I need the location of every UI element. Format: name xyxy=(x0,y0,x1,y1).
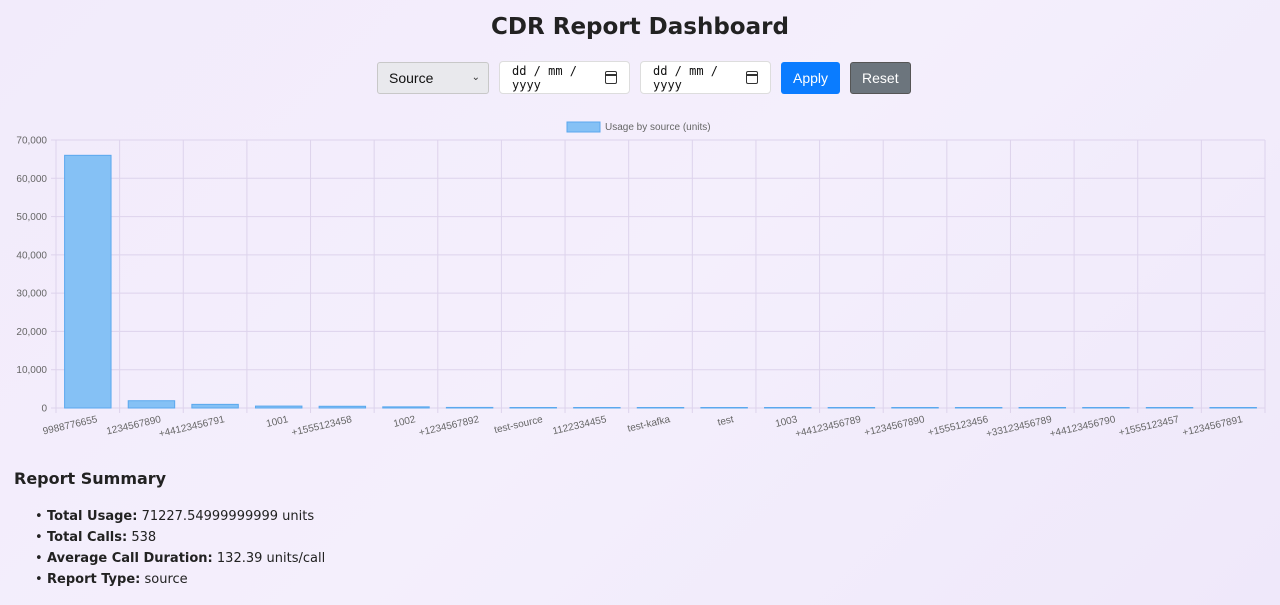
x-tick-label: +44123456790 xyxy=(1049,414,1117,440)
bar xyxy=(64,154,112,409)
bar xyxy=(127,400,176,409)
bar xyxy=(1018,407,1067,409)
x-tick-label: 1001 xyxy=(265,414,290,430)
bar xyxy=(382,406,430,409)
usage-bar-chart: Usage by source (units) 0 10,000 20,000 30,0… xyxy=(16,121,1266,440)
bar xyxy=(636,407,685,409)
legend-swatch xyxy=(566,121,601,133)
y-tick-label: 70,000 xyxy=(16,136,47,147)
x-tick-label: test-kafka xyxy=(626,414,671,435)
bar xyxy=(1082,407,1130,409)
x-tick-label: +33123456789 xyxy=(985,414,1053,440)
filter-controls: Source ⌄ dd / mm / yyyy dd / mm / yyyy A… xyxy=(377,61,911,94)
x-tick-label: +1555123457 xyxy=(1118,414,1181,439)
y-tick-label: 10,000 xyxy=(16,365,47,376)
calendar-icon[interactable] xyxy=(745,71,758,84)
x-tick-label: test-source xyxy=(493,414,544,436)
x-tick-label: 9988776655 xyxy=(42,414,99,437)
bar xyxy=(191,403,239,409)
reset-button[interactable]: Reset xyxy=(850,61,911,94)
bar xyxy=(764,407,812,409)
end-date-input[interactable]: dd / mm / yyyy xyxy=(640,61,771,94)
y-tick-label: 50,000 xyxy=(16,212,47,223)
report-type-select[interactable]: Source ⌄ xyxy=(377,61,489,94)
bar xyxy=(827,407,876,409)
x-tick-label: +1234567892 xyxy=(418,414,481,439)
x-tick-label: 1122334455 xyxy=(552,414,608,437)
apply-button[interactable]: Apply xyxy=(781,61,841,94)
x-tick-label: 1003 xyxy=(774,414,799,430)
legend-label: Usage by source (units) xyxy=(605,122,711,133)
summary-total-calls: Total Calls: 538 xyxy=(35,529,325,550)
bar xyxy=(891,407,939,409)
bar xyxy=(1209,407,1257,409)
chevron-down-icon: ⌄ xyxy=(471,72,480,83)
bar xyxy=(700,407,748,409)
x-tick-label: 1002 xyxy=(392,414,417,430)
start-date-value: dd / mm / yyyy xyxy=(512,63,578,92)
y-tick-label: 20,000 xyxy=(16,327,47,338)
bar xyxy=(1145,407,1194,409)
x-tick-label: +1555123458 xyxy=(291,414,354,439)
y-tick-label: 30,000 xyxy=(16,289,47,300)
summary-report-type: Report Type: source xyxy=(35,571,325,592)
summary-average-duration: Average Call Duration: 132.39 units/call xyxy=(35,550,325,571)
bar xyxy=(254,405,303,409)
report-type-value: Source xyxy=(389,69,434,86)
x-tick-label: +1234567891 xyxy=(1181,414,1244,439)
y-tick-label: 60,000 xyxy=(16,174,47,185)
end-date-value: dd / mm / yyyy xyxy=(653,63,719,92)
bar xyxy=(445,406,494,409)
y-tick-label: 40,000 xyxy=(16,250,47,261)
x-tick-label: test xyxy=(717,414,735,428)
bar xyxy=(509,407,557,409)
calendar-icon[interactable] xyxy=(604,71,617,84)
page-title: CDR Report Dashboard xyxy=(491,14,789,40)
x-tick-label: 1234567890 xyxy=(105,414,162,437)
x-tick-label: +1555123456 xyxy=(927,414,990,439)
bar xyxy=(573,407,621,409)
x-tick-label: +44123456791 xyxy=(158,414,226,440)
x-tick-label: +44123456789 xyxy=(794,414,862,440)
y-tick-label: 0 xyxy=(41,404,47,415)
summary-total-usage: Total Usage: 71227.54999999999 units xyxy=(35,508,325,529)
bar xyxy=(954,407,1003,409)
start-date-input[interactable]: dd / mm / yyyy xyxy=(499,61,630,94)
summary-title: Report Summary xyxy=(14,469,167,488)
x-tick-label: +1234567890 xyxy=(863,414,926,439)
bar xyxy=(318,405,367,409)
summary-list: Total Usage: 71227.54999999999 units Tot… xyxy=(35,508,325,592)
